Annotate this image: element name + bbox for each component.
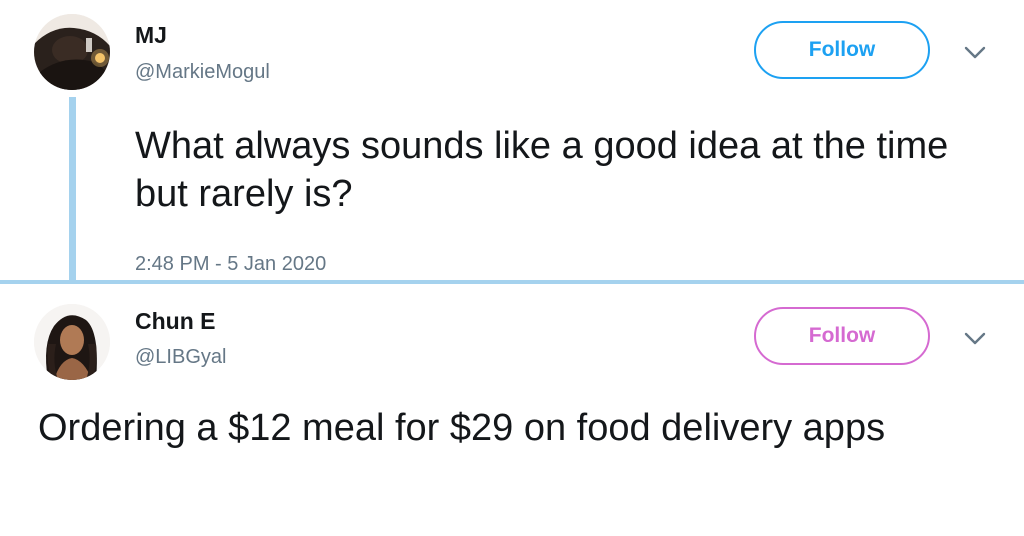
- display-name[interactable]: Chun E: [135, 308, 216, 335]
- follow-button[interactable]: Follow: [754, 21, 930, 79]
- tweet-original: MJ @MarkieMogul Follow What always sound…: [0, 0, 1024, 282]
- thread-connector-line: [69, 97, 76, 282]
- avatar-mj[interactable]: [34, 14, 110, 90]
- avatar-photo: [34, 14, 110, 90]
- user-handle[interactable]: @MarkieMogul: [135, 61, 270, 84]
- tweet-text: What always sounds like a good idea at t…: [135, 125, 949, 215]
- chevron-down-icon[interactable]: [962, 329, 988, 349]
- chevron-down-icon[interactable]: [962, 43, 988, 63]
- display-name[interactable]: MJ: [135, 22, 167, 49]
- tweet-timestamp[interactable]: 2:48 PM - 5 Jan 2020: [135, 253, 326, 276]
- user-handle[interactable]: @LIBGyal: [135, 346, 226, 369]
- avatar-photo: [34, 304, 110, 380]
- follow-button[interactable]: Follow: [754, 307, 930, 365]
- tweet-text: Ordering a $12 meal for $29 on food deli…: [38, 407, 886, 449]
- avatar-chun-e[interactable]: [34, 304, 110, 380]
